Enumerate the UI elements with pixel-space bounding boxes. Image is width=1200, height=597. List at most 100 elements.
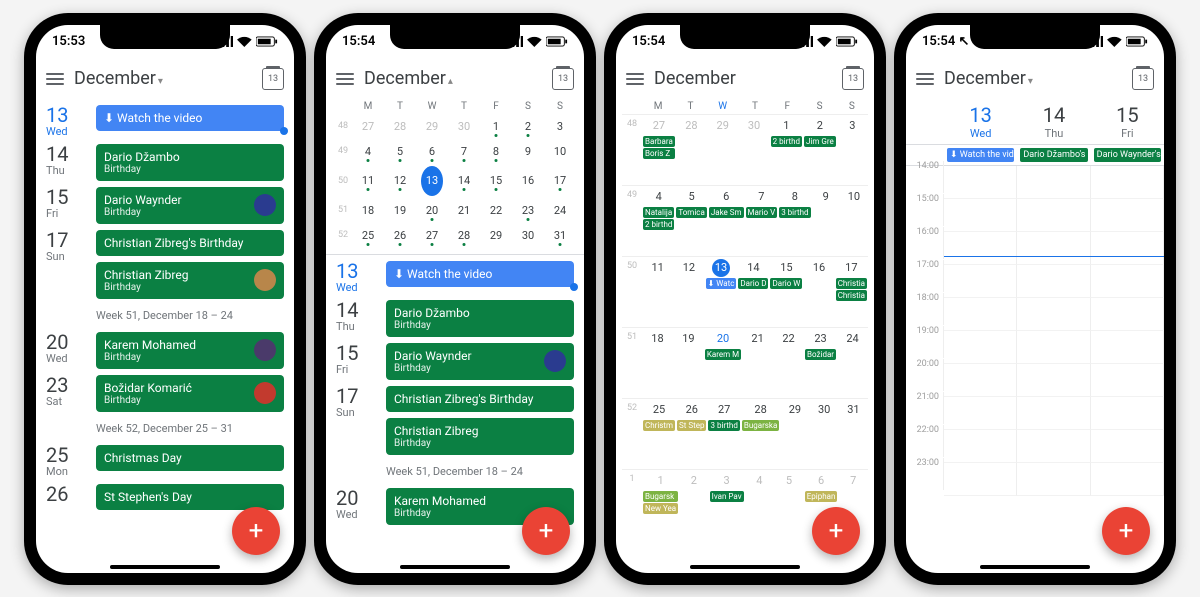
mini-day[interactable]: 17: [544, 170, 576, 191]
event-chip[interactable]: Bugarsk: [643, 491, 678, 502]
today-button[interactable]: 13: [1132, 68, 1154, 90]
month-day[interactable]: 2: [679, 470, 709, 540]
month-day[interactable]: 3Ivan Pav: [709, 470, 745, 540]
schedule-day[interactable]: 25 Mon Christmas Day: [36, 439, 294, 478]
event-chip[interactable]: Tomica: [676, 207, 706, 218]
month-day[interactable]: 2Jim Gre: [803, 115, 837, 185]
event-chip[interactable]: New Yea: [643, 503, 678, 514]
month-day[interactable]: 16: [803, 257, 834, 327]
event-chip[interactable]: Bugarska: [742, 420, 779, 431]
month-day[interactable]: 27BarbaraBoris Z: [642, 115, 676, 185]
event-chip[interactable]: St Step: [677, 420, 706, 431]
month-day[interactable]: 6Jake Sm: [708, 186, 745, 256]
mini-day[interactable]: 16: [512, 170, 544, 191]
schedule-day[interactable]: 15 Fri Dario WaynderBirthday: [326, 337, 584, 380]
mini-day[interactable]: 27: [416, 225, 448, 246]
menu-icon[interactable]: [336, 73, 354, 85]
mini-day[interactable]: 20: [416, 200, 448, 221]
event-chip[interactable]: Christia: [836, 278, 867, 289]
mini-day[interactable]: 28: [384, 116, 416, 137]
month-day[interactable]: 4: [745, 470, 775, 540]
mini-day[interactable]: 4: [352, 141, 384, 162]
mini-day[interactable]: 18: [352, 200, 384, 221]
month-day[interactable]: 30: [810, 399, 839, 469]
mini-day[interactable]: 15: [480, 170, 512, 191]
mini-day[interactable]: 30: [448, 116, 480, 137]
menu-icon[interactable]: [46, 73, 64, 85]
event-card[interactable]: Christian ZibregBirthday: [386, 418, 574, 455]
month-day[interactable]: 20Karem M: [704, 328, 742, 398]
mini-day[interactable]: 31: [544, 225, 576, 246]
event-chip[interactable]: 2 birthd: [771, 136, 802, 147]
month-day[interactable]: 23Božidar: [804, 328, 837, 398]
mini-day[interactable]: 25: [352, 225, 384, 246]
event-card[interactable]: Dario DžamboBirthday: [386, 300, 574, 337]
month-day[interactable]: 14Dario D: [737, 257, 769, 327]
event-card[interactable]: Dario DžamboBirthday: [96, 144, 284, 181]
schedule-day[interactable]: 20 Wed Karem MohamedBirthday: [36, 326, 294, 369]
mini-day[interactable]: 29: [416, 116, 448, 137]
month-day[interactable]: 7Mario V: [745, 186, 779, 256]
mini-day[interactable]: 7: [448, 141, 480, 162]
mini-day[interactable]: 29: [480, 225, 512, 246]
event-card[interactable]: Christmas Day: [96, 445, 284, 471]
mini-day[interactable]: 6: [416, 141, 448, 162]
event-chip[interactable]: 3 birthd: [779, 207, 810, 218]
schedule-day[interactable]: 14 Thu Dario DžamboBirthday: [36, 138, 294, 181]
event-chip[interactable]: Christia: [836, 290, 867, 301]
event-card[interactable]: Christian Zibreg's Birthday: [96, 230, 284, 256]
month-day[interactable]: 5: [774, 470, 804, 540]
event-chip[interactable]: Jim Gre: [804, 136, 836, 147]
allday-event[interactable]: Dario Waynder's: [1094, 148, 1161, 162]
mini-day[interactable]: 22: [480, 200, 512, 221]
day-column-header[interactable]: 13Wed: [944, 99, 1017, 144]
event-chip[interactable]: Boris Z: [643, 148, 675, 159]
month-day[interactable]: 21: [742, 328, 773, 398]
today-button[interactable]: 13: [262, 68, 284, 90]
today-button[interactable]: 13: [552, 68, 574, 90]
mini-day[interactable]: 11: [352, 170, 384, 191]
mini-day[interactable]: 21: [448, 200, 480, 221]
event-chip[interactable]: Christm: [643, 420, 675, 431]
event-card[interactable]: St Stephen's Day: [96, 484, 284, 510]
event-chip[interactable]: Mario V: [746, 207, 778, 218]
month-day[interactable]: 24: [837, 328, 868, 398]
menu-icon[interactable]: [916, 73, 934, 85]
day-column-header[interactable]: 14Thu: [1017, 99, 1090, 144]
schedule-day[interactable]: 26 St Stephen's Day: [36, 478, 294, 510]
create-event-fab[interactable]: +: [522, 507, 570, 555]
month-day[interactable]: 83 birthd: [778, 186, 811, 256]
event-chip[interactable]: 3 birthd: [708, 420, 739, 431]
day-column-header[interactable]: 15Fri: [1091, 99, 1164, 144]
event-card[interactable]: Christian ZibregBirthday: [96, 262, 284, 299]
event-chip[interactable]: Ivan Pav: [710, 491, 744, 502]
create-event-fab[interactable]: +: [812, 507, 860, 555]
mini-day[interactable]: 14: [448, 170, 480, 191]
event-card[interactable]: Dario WaynderBirthday: [96, 187, 284, 224]
mini-day[interactable]: 30: [512, 225, 544, 246]
mini-day[interactable]: 27: [352, 116, 384, 137]
mini-day[interactable]: 26: [384, 225, 416, 246]
month-day[interactable]: 13⬇ Watc: [705, 257, 738, 327]
month-day[interactable]: 18: [642, 328, 673, 398]
event-chip[interactable]: Jake Sm: [709, 207, 744, 218]
mini-day[interactable]: 23: [512, 200, 544, 221]
schedule-day[interactable]: 13 Wed ⬇ Watch the video: [36, 99, 294, 138]
month-day[interactable]: 5Tomica: [675, 186, 707, 256]
mini-day[interactable]: 12: [384, 170, 416, 191]
allday-event[interactable]: ⬇ Watch the vide: [947, 148, 1014, 162]
event-card[interactable]: Karem MohamedBirthday: [96, 332, 284, 369]
event-card[interactable]: Christian Zibreg's Birthday: [386, 386, 574, 412]
event-card[interactable]: Dario WaynderBirthday: [386, 343, 574, 380]
mini-day[interactable]: 28: [448, 225, 480, 246]
event-chip[interactable]: ⬇ Watc: [706, 278, 737, 289]
event-chip[interactable]: Epiphan: [805, 491, 838, 502]
event-chip[interactable]: Božidar: [805, 349, 836, 360]
mini-day[interactable]: 9: [512, 141, 544, 162]
month-day[interactable]: 273 birthd: [707, 399, 740, 469]
menu-icon[interactable]: [626, 73, 644, 85]
schedule-day[interactable]: 17 Sun Christian Zibreg's Birthday Chris…: [326, 380, 584, 455]
event-chip[interactable]: Dario W: [770, 278, 802, 289]
month-day[interactable]: 17ChristiaChristia: [835, 257, 868, 327]
month-day[interactable]: 28: [676, 115, 707, 185]
